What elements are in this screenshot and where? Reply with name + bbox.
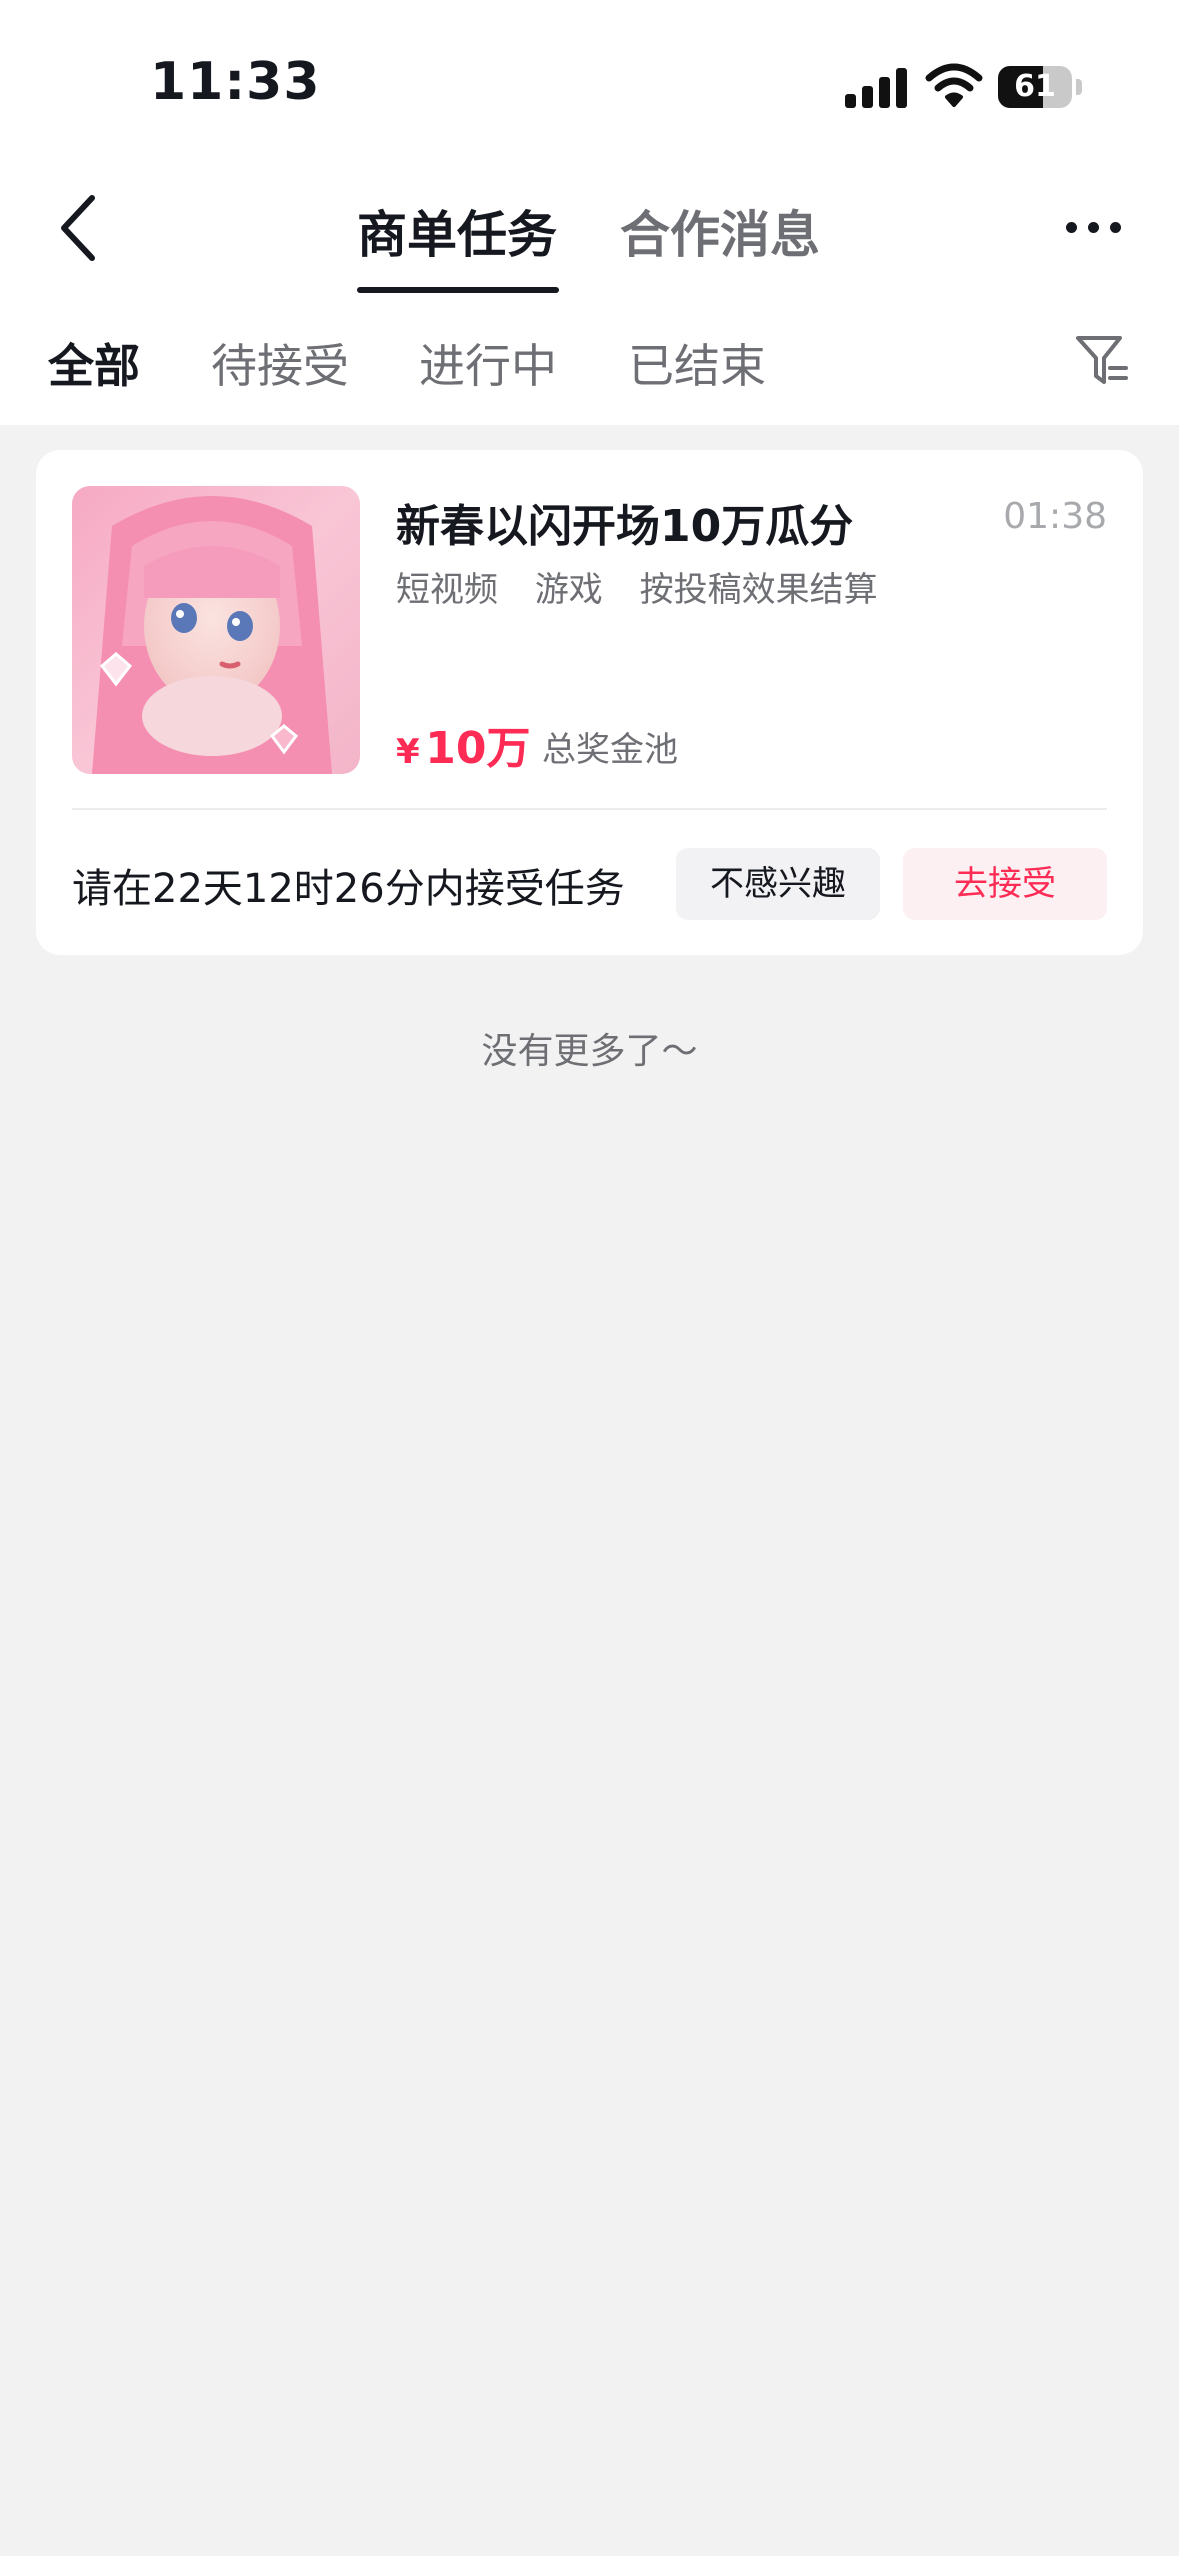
task-thumbnail: [72, 486, 360, 774]
accept-deadline: 请在22天12时26分内接受任务: [72, 866, 625, 912]
active-tab-indicator: [357, 287, 559, 293]
not-interested-button[interactable]: 不感兴趣: [676, 848, 880, 920]
prize-value: 10万: [425, 723, 531, 774]
status-time: 11:33: [150, 52, 321, 112]
card-divider: [72, 808, 1107, 810]
wifi-icon: [925, 63, 983, 107]
currency-symbol: ¥: [396, 732, 420, 772]
filter-icon[interactable]: [1074, 332, 1130, 388]
chevron-left-icon[interactable]: [50, 190, 110, 266]
task-title: 新春以闪开场10万瓜分: [396, 501, 854, 552]
task-tag: 短视频: [396, 570, 498, 610]
task-time: 01:38: [1003, 496, 1107, 537]
battery-percentage: 61: [1014, 69, 1056, 104]
accept-task-button[interactable]: 去接受: [903, 848, 1107, 920]
filter-tab-all[interactable]: 全部: [48, 330, 140, 396]
task-card[interactable]: 新春以闪开场10万瓜分 01:38 短视频 游戏 按投稿效果结算 ¥ 10万 总…: [36, 450, 1143, 955]
more-horizontal-icon[interactable]: [1062, 212, 1124, 242]
prize-amount: ¥ 10万: [396, 712, 530, 776]
task-tag: 游戏: [534, 570, 603, 610]
no-more-text: 没有更多了～: [481, 1031, 698, 1072]
battery-icon: 61: [998, 66, 1072, 108]
tab-business-tasks[interactable]: 商单任务: [357, 195, 557, 267]
tab-cooperation-messages[interactable]: 合作消息: [620, 195, 820, 267]
cellular-signal-icon: [845, 66, 907, 108]
battery-cap: [1076, 79, 1082, 95]
prize-label: 总奖金池: [542, 730, 678, 770]
filter-tab-pending[interactable]: 待接受: [211, 330, 349, 396]
filter-tab-ended[interactable]: 已结束: [628, 330, 766, 396]
filter-tab-in-progress[interactable]: 进行中: [419, 330, 557, 396]
task-tags: 短视频 游戏 按投稿效果结算: [396, 562, 904, 611]
task-tag: 按投稿效果结算: [639, 570, 878, 610]
